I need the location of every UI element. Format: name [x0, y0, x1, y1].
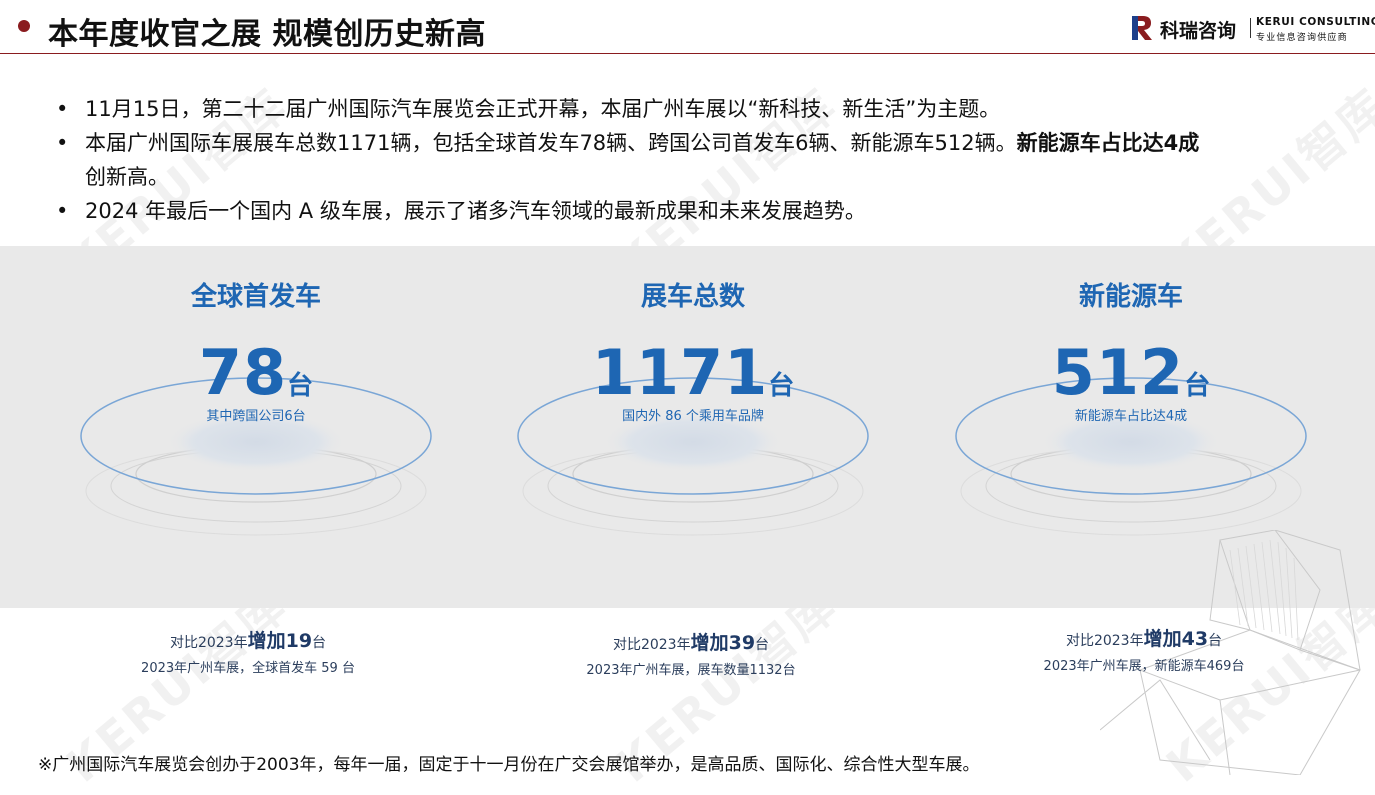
comparison-prefix: 对比2023年	[169, 635, 248, 651]
comparison-increase: 增加39	[690, 632, 756, 654]
bullet-marker: •	[56, 97, 69, 121]
stat-unit: 台	[287, 371, 314, 401]
stat-card-total-vehicles: 展车总数 1171台 国内外 86 个乘用车品牌	[473, 246, 913, 608]
logo-tagline: 专业信息咨询供应商	[1256, 33, 1348, 43]
bullet-marker: •	[56, 131, 69, 155]
stat-title: 全球首发车	[190, 282, 321, 312]
bullet-item: • 本届广州国际车展展车总数1171辆，包括全球首发车78辆、跨国公司首发车6辆…	[52, 126, 1352, 194]
stat-number: 512台	[911, 336, 1351, 409]
comparison-new-energy: 对比2023年增加43台 2023年广州车展，新能源车469台	[924, 624, 1364, 674]
bullet-text: 2024 年最后一个国内 A 级车展，展示了诸多汽车领域的最新成果和未来发展趋势…	[85, 199, 866, 223]
comparison-prefix: 对比2023年	[1065, 633, 1144, 649]
comparison-headline: 对比2023年增加19台	[28, 626, 468, 653]
header-divider	[0, 53, 1375, 54]
comparison-global-premiere: 对比2023年增加19台 2023年广州车展，全球首发车 59 台	[28, 626, 468, 676]
comparison-unit: 台	[1208, 633, 1223, 649]
comparison-note: 2023年广州车展，展车数量1132台	[586, 663, 796, 678]
stat-subtitle: 新能源车占比达4成	[1074, 409, 1188, 424]
stat-subtitle: 国内外 86 个乘用车品牌	[622, 409, 764, 424]
comparison-headline: 对比2023年增加43台	[924, 624, 1364, 651]
bullet-list: • 11月15日，第二十二届广州国际汽车展览会正式开幕，本届广州车展以“新科技、…	[52, 92, 1352, 228]
comparison-prefix: 对比2023年	[612, 637, 691, 653]
stat-subtitle: 其中跨国公司6台	[206, 409, 306, 424]
bullet-item: • 11月15日，第二十二届广州国际汽车展览会正式开幕，本届广州车展以“新科技、…	[52, 92, 1352, 126]
bullet-marker: •	[56, 199, 69, 223]
bullet-text: 11月15日，第二十二届广州国际汽车展览会正式开幕，本届广州车展以“新科技、新生…	[85, 97, 1001, 121]
comparison-total-vehicles: 对比2023年增加39台 2023年广州车展，展车数量1132台	[471, 628, 911, 678]
company-logo: 科瑞咨询 KERUI CONSULTING 专业信息咨询供应商	[1130, 12, 1375, 44]
slide-title: 本年度收官之展 规模创历史新高	[48, 17, 486, 52]
footnote: ※广州国际汽车展览会创办于2003年，每年一届，固定于十一月份在广交会展馆举办，…	[38, 755, 980, 775]
comparison-increase: 增加19	[247, 630, 313, 652]
stat-unit: 台	[1184, 371, 1211, 401]
bullet-item: • 2024 年最后一个国内 A 级车展，展示了诸多汽车领域的最新成果和未来发展…	[52, 194, 1352, 228]
bullet-text-continued: 创新高。	[85, 165, 169, 189]
title-bullet-dot	[18, 20, 30, 32]
logo-text-cn: 科瑞咨询	[1160, 20, 1237, 42]
stat-title: 新能源车	[1078, 282, 1183, 312]
comparison-unit: 台	[755, 637, 770, 653]
stat-number: 1171台	[473, 336, 913, 409]
stat-card-global-premiere: 全球首发车 78台 其中跨国公司6台	[36, 246, 476, 608]
stat-value: 1171	[591, 336, 769, 409]
comparison-headline: 对比2023年增加39台	[471, 628, 911, 655]
bullet-highlight: 新能源车占比达4成	[1016, 131, 1200, 155]
slide-header: 本年度收官之展 规模创历史新高 科瑞咨询 KERUI CONSULTING 专业…	[0, 0, 1375, 54]
stat-unit: 台	[768, 371, 795, 401]
stat-value: 78	[198, 336, 288, 409]
comparison-note: 2023年广州车展，全球首发车 59 台	[141, 661, 355, 676]
logo-separator	[1250, 18, 1251, 38]
comparison-increase: 增加43	[1143, 628, 1209, 650]
stat-value: 512	[1051, 336, 1185, 409]
stat-card-new-energy: 新能源车 512台 新能源车占比达4成	[911, 246, 1351, 608]
comparison-note: 2023年广州车展，新能源车469台	[1043, 659, 1245, 674]
stat-title: 展车总数	[640, 282, 745, 312]
comparison-unit: 台	[312, 635, 327, 651]
logo-text-en: KERUI CONSULTING	[1256, 16, 1375, 28]
stat-number: 78台	[36, 336, 476, 409]
bullet-text: 本届广州国际车展展车总数1171辆，包括全球首发车78辆、跨国公司首发车6辆、新…	[85, 131, 1017, 155]
kerui-logo-icon	[1132, 16, 1152, 40]
